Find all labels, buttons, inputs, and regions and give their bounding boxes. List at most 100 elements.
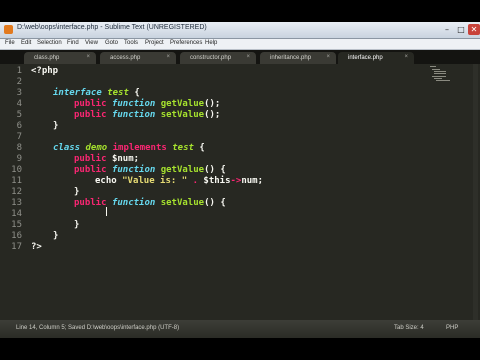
keyword: function <box>111 99 156 109</box>
tab-close-icon[interactable]: × <box>166 54 170 60</box>
minimize-button[interactable]: – <box>440 24 454 35</box>
text-cursor <box>106 207 107 216</box>
line-number: 12 <box>11 187 22 197</box>
status-tab-size[interactable]: Tab Size: 4 <box>394 325 424 331</box>
operator: -> <box>230 176 242 186</box>
menu-goto[interactable]: Goto <box>105 40 118 46</box>
menu-preferences[interactable]: Preferences <box>170 40 202 46</box>
menu-file[interactable]: File <box>5 40 15 46</box>
line-number: 4 <box>16 99 22 109</box>
code-line: } <box>74 187 79 197</box>
tab-label: inheritance.php <box>270 55 312 61</box>
brace: { <box>199 143 205 153</box>
code-editor[interactable]: 1 2 3 4 5 6 7 8 9 10 11 12 13 14 15 16 1… <box>0 64 480 320</box>
window-title: D:\web\oops\interface.php - Sublime Text… <box>17 24 207 31</box>
punctuation: (); <box>204 110 221 120</box>
menu-selection[interactable]: Selection <box>37 40 62 46</box>
keyword: implements <box>112 143 167 153</box>
code-line: public $num; <box>74 154 139 164</box>
tab-label: access.php <box>110 55 141 61</box>
tab-strip: class.php × access.php × constructor.php… <box>0 50 480 64</box>
maximize-button[interactable]: □ <box>454 24 468 35</box>
line-number: 9 <box>16 154 22 164</box>
variable: $this <box>203 176 231 186</box>
tab-access-php[interactable]: access.php × <box>100 52 176 64</box>
code-line: interface test { <box>53 88 140 98</box>
tab-label: class.php <box>34 55 60 61</box>
tab-label: interface.php <box>348 55 383 61</box>
line-number: 11 <box>11 176 22 186</box>
php-open-tag: <?php <box>31 66 59 76</box>
keyword: function <box>111 110 156 120</box>
menu-tools[interactable]: Tools <box>124 40 138 46</box>
menu-edit[interactable]: Edit <box>21 40 31 46</box>
line-number: 3 <box>16 88 22 98</box>
menu-help[interactable]: Help <box>205 40 217 46</box>
punctuation: () { <box>204 198 226 208</box>
minimap[interactable] <box>430 66 450 86</box>
brace: } <box>74 187 80 197</box>
interface-name: test <box>172 143 194 153</box>
line-number: 10 <box>11 165 22 175</box>
vertical-scrollbar[interactable] <box>473 64 478 320</box>
line-number: 16 <box>11 231 22 241</box>
variable: $num; <box>111 154 140 164</box>
brace: } <box>53 121 59 131</box>
line-number: 17 <box>11 242 22 252</box>
tab-label: constructor.php <box>190 55 232 61</box>
keyword: public <box>74 99 107 109</box>
tab-interface-php[interactable]: interface.php × <box>338 52 414 64</box>
code-line: } <box>53 231 58 241</box>
line-number: 7 <box>16 132 22 142</box>
menu-bar: File Edit Selection Find View Goto Tools… <box>0 39 480 50</box>
keyword: function <box>111 165 156 175</box>
status-syntax[interactable]: PHP <box>446 325 458 331</box>
keyword: public <box>74 198 107 208</box>
line-number: 14 <box>11 209 22 219</box>
line-number: 2 <box>16 77 22 87</box>
menu-view[interactable]: View <box>85 40 98 46</box>
function-name: setValue <box>160 198 205 208</box>
status-position: Line 14, Column 5; Saved D:\web\oops\int… <box>16 325 180 331</box>
code-line: public function setValue(); <box>74 110 220 120</box>
title-bar: D:\web\oops\interface.php - Sublime Text… <box>0 22 480 39</box>
tab-close-icon[interactable]: × <box>246 54 250 60</box>
punctuation: (); <box>204 99 221 109</box>
string: "Value is: " <box>122 176 188 186</box>
brace: } <box>74 220 80 230</box>
class-name: demo <box>85 143 108 153</box>
tab-inheritance-php[interactable]: inheritance.php × <box>260 52 336 64</box>
keyword: function <box>111 198 156 208</box>
keyword: class <box>53 143 81 153</box>
tab-close-icon[interactable]: × <box>326 54 330 60</box>
menu-project[interactable]: Project <box>145 40 164 46</box>
code-line: class demo implements test { <box>53 143 205 153</box>
keyword: interface <box>53 88 102 98</box>
line-number: 1 <box>16 66 22 76</box>
tab-close-icon[interactable]: × <box>404 54 408 60</box>
code-line: public function getValue() { <box>74 165 226 175</box>
keyword: public <box>74 165 107 175</box>
status-bar: Line 14, Column 5; Saved D:\web\oops\int… <box>0 320 480 338</box>
keyword: public <box>74 110 107 120</box>
brace: } <box>53 231 59 241</box>
function-name: getValue <box>160 165 205 175</box>
code-line: public function setValue() { <box>74 198 226 208</box>
tab-close-icon[interactable]: × <box>86 54 90 60</box>
keyword: public <box>74 154 107 164</box>
code-line: ?> <box>31 242 42 252</box>
line-number: 13 <box>11 198 22 208</box>
line-number-gutter: 1 2 3 4 5 6 7 8 9 10 11 12 13 14 15 16 1… <box>0 64 26 320</box>
tab-class-php[interactable]: class.php × <box>24 52 96 64</box>
operator: . <box>192 176 198 186</box>
line-number: 15 <box>11 220 22 230</box>
function-name: setValue <box>160 110 205 120</box>
sublime-app-icon <box>4 25 13 34</box>
close-button[interactable]: ✕ <box>468 24 480 35</box>
tab-constructor-php[interactable]: constructor.php × <box>180 52 256 64</box>
menu-find[interactable]: Find <box>67 40 79 46</box>
brace: { <box>134 88 140 98</box>
line-number: 8 <box>16 143 22 153</box>
property: num; <box>241 176 264 186</box>
function-name: getValue <box>160 99 205 109</box>
